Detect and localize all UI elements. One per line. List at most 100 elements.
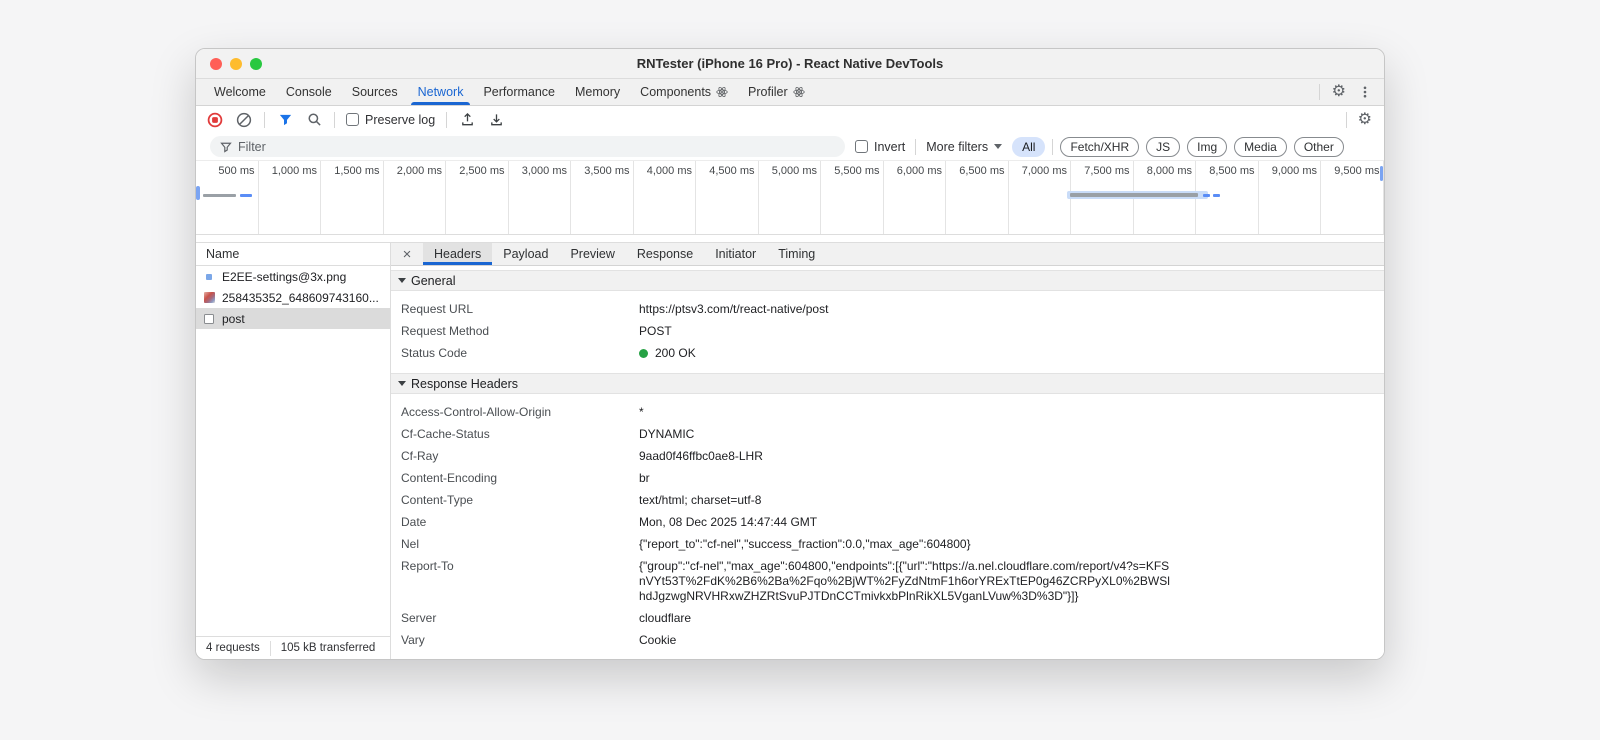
header-value: br: [639, 470, 650, 485]
request-row-e2ee-settings[interactable]: E2EE-settings@3x.png: [196, 266, 390, 287]
header-row: Nel {"report_to":"cf-nel","success_fract…: [391, 533, 1384, 555]
header-key: Nel: [401, 536, 420, 551]
network-toolbar: Preserve log ⚙: [196, 106, 1384, 133]
invert-checkbox[interactable]: [855, 140, 868, 153]
tab-headers[interactable]: Headers: [423, 243, 493, 265]
header-row: Request URL https://ptsv3.com/t/react-na…: [391, 298, 1384, 320]
close-details-icon[interactable]: ×: [391, 243, 423, 265]
timeline-tick: 2,500 ms: [446, 161, 509, 234]
network-settings-gear-icon[interactable]: ⚙: [1358, 111, 1372, 128]
tab-payload[interactable]: Payload: [492, 243, 559, 265]
tab-preview[interactable]: Preview: [559, 243, 625, 265]
settings-gear-icon[interactable]: ⚙: [1332, 84, 1346, 100]
request-row-image[interactable]: 258435352_648609743160...: [196, 287, 390, 308]
header-row: Access-Control-Allow-Origin *: [391, 401, 1384, 423]
name-column-header[interactable]: Name: [196, 243, 390, 266]
invert-label: Invert: [874, 139, 906, 154]
overview-right-handle[interactable]: [1380, 166, 1383, 181]
filter-pill-all[interactable]: All: [1012, 136, 1046, 157]
zoom-window-button[interactable]: [250, 57, 262, 70]
header-row: Cf-Ray 9aad0f46ffbc0ae8-LHR: [391, 445, 1384, 467]
title-bar: RNTester (iPhone 16 Pro) - React Native …: [196, 49, 1384, 79]
window-title: RNTester (iPhone 16 Pro) - React Native …: [636, 56, 944, 71]
network-overview-timeline[interactable]: 500 ms 1,000 ms 1,500 ms 2,000 ms 2,500 …: [196, 160, 1384, 235]
timeline-tick: 5,000 ms: [759, 161, 821, 234]
tab-console[interactable]: Console: [276, 79, 342, 105]
waterfall-bar-early-blue: [240, 194, 252, 197]
header-key: Vary: [401, 632, 425, 647]
header-row: Cf-Cache-Status DYNAMIC: [391, 423, 1384, 445]
header-row: Server cloudflare: [391, 607, 1384, 629]
header-value: {"group":"cf-nel","max_age":604800,"endp…: [639, 558, 1170, 603]
clear-network-log-icon[interactable]: [235, 111, 253, 129]
export-har-icon[interactable]: [487, 111, 505, 129]
status-ok-dot: [639, 348, 648, 358]
preserve-log-checkbox[interactable]: [346, 113, 359, 126]
filter-pill-img[interactable]: Img: [1187, 136, 1228, 157]
filter-pill-fetch-xhr[interactable]: Fetch/XHR: [1060, 136, 1140, 157]
search-icon[interactable]: [305, 111, 323, 129]
header-key: Content-Type: [401, 492, 474, 507]
close-window-button[interactable]: [210, 57, 222, 70]
filter-pill-media[interactable]: Media: [1234, 136, 1287, 157]
requests-count: 4 requests: [206, 642, 260, 654]
filter-input-box[interactable]: [210, 136, 845, 157]
general-section-header[interactable]: General: [391, 270, 1384, 291]
headers-panel: General Request URL https://ptsv3.com/t/…: [391, 266, 1384, 659]
tab-sources[interactable]: Sources: [342, 79, 408, 105]
timeline-tick: 7,000 ms: [1009, 161, 1071, 234]
filter-funnel-icon[interactable]: [276, 111, 294, 129]
request-list: E2EE-settings@3x.png 258435352_648609743…: [196, 266, 390, 636]
network-summary-bar: 4 requests 105 kB transferred: [196, 636, 390, 659]
devtools-window: RNTester (iPhone 16 Pro) - React Native …: [195, 48, 1385, 660]
tab-components[interactable]: Components: [630, 79, 738, 105]
main-tab-bar: Welcome Console Sources Network Performa…: [196, 79, 1384, 106]
header-key: Cf-Ray: [401, 448, 439, 463]
header-row: Report-To {"group":"cf-nel","max_age":60…: [391, 555, 1384, 607]
header-row: Content-Type text/html; charset=utf-8: [391, 489, 1384, 511]
tab-network[interactable]: Network: [408, 79, 474, 105]
invert-filter-control[interactable]: Invert: [855, 140, 905, 154]
divider: [264, 111, 265, 128]
record-network-log-button[interactable]: [206, 111, 224, 129]
import-har-icon[interactable]: [458, 111, 476, 129]
filter-pill-other[interactable]: Other: [1293, 136, 1344, 157]
header-key: Server: [401, 610, 437, 625]
request-row-post[interactable]: post: [196, 308, 390, 329]
tab-response[interactable]: Response: [626, 243, 704, 265]
react-atom-icon: [716, 86, 728, 98]
timeline-tick: 6,500 ms: [946, 161, 1009, 234]
header-row: Content-Encoding br: [391, 467, 1384, 489]
divider: [1318, 84, 1320, 100]
tab-performance[interactable]: Performance: [473, 79, 565, 105]
minimize-window-button[interactable]: [230, 57, 242, 70]
kebab-menu-icon[interactable]: [1358, 85, 1372, 99]
document-icon: [202, 313, 216, 324]
more-filters-dropdown[interactable]: More filters: [926, 140, 1003, 154]
header-value: *: [639, 404, 644, 419]
response-headers-section-header[interactable]: Response Headers: [391, 373, 1384, 394]
header-key: Status Code: [401, 345, 468, 360]
tab-initiator[interactable]: Initiator: [704, 243, 767, 265]
header-key: Content-Encoding: [401, 470, 498, 485]
filter-input[interactable]: [238, 139, 835, 154]
header-value: 200 OK: [639, 346, 696, 361]
tab-welcome[interactable]: Welcome: [204, 79, 276, 105]
waterfall-dash-2: [1213, 194, 1220, 197]
header-key: Request Method: [401, 323, 490, 338]
tab-memory[interactable]: Memory: [565, 79, 630, 105]
divider: [334, 111, 335, 128]
traffic-lights: [210, 57, 262, 70]
filter-funnel-small-icon: [220, 141, 232, 153]
header-row: Vary Cookie: [391, 629, 1384, 651]
timeline-tick: 4,500 ms: [696, 161, 759, 234]
preserve-log-control[interactable]: Preserve log: [346, 113, 435, 127]
header-row: Status Code 200 OK: [391, 342, 1384, 364]
divider: [1052, 138, 1054, 155]
timeline-tick: 9,500 ms: [1321, 161, 1384, 234]
tab-profiler[interactable]: Profiler: [738, 79, 815, 105]
tab-timing[interactable]: Timing: [767, 243, 826, 265]
overview-left-handle[interactable]: [196, 186, 200, 200]
filter-pill-js[interactable]: JS: [1146, 136, 1181, 157]
waterfall-dash-1: [1203, 194, 1210, 197]
